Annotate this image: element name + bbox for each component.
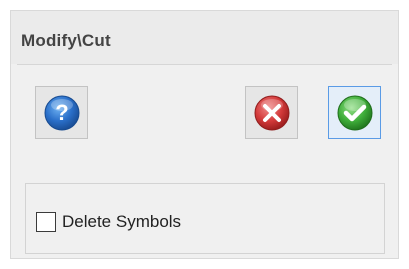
delete-symbols-checkbox[interactable] [36, 212, 56, 232]
dialog-title: Modify\Cut [21, 31, 111, 50]
delete-symbols-option[interactable]: Delete Symbols [36, 212, 181, 232]
cancel-button[interactable] [245, 86, 298, 139]
header-divider [17, 64, 392, 65]
delete-symbols-label[interactable]: Delete Symbols [62, 212, 181, 232]
svg-text:?: ? [55, 100, 68, 125]
ok-button[interactable] [328, 86, 381, 139]
close-icon [253, 94, 291, 132]
dialog-panel: Modify\Cut ? Delete Symbols [10, 10, 399, 259]
options-group: Delete Symbols [25, 183, 385, 254]
checkmark-icon [336, 94, 374, 132]
dialog-header: Modify\Cut [11, 11, 398, 64]
help-button[interactable]: ? [35, 86, 88, 139]
question-icon: ? [43, 94, 81, 132]
